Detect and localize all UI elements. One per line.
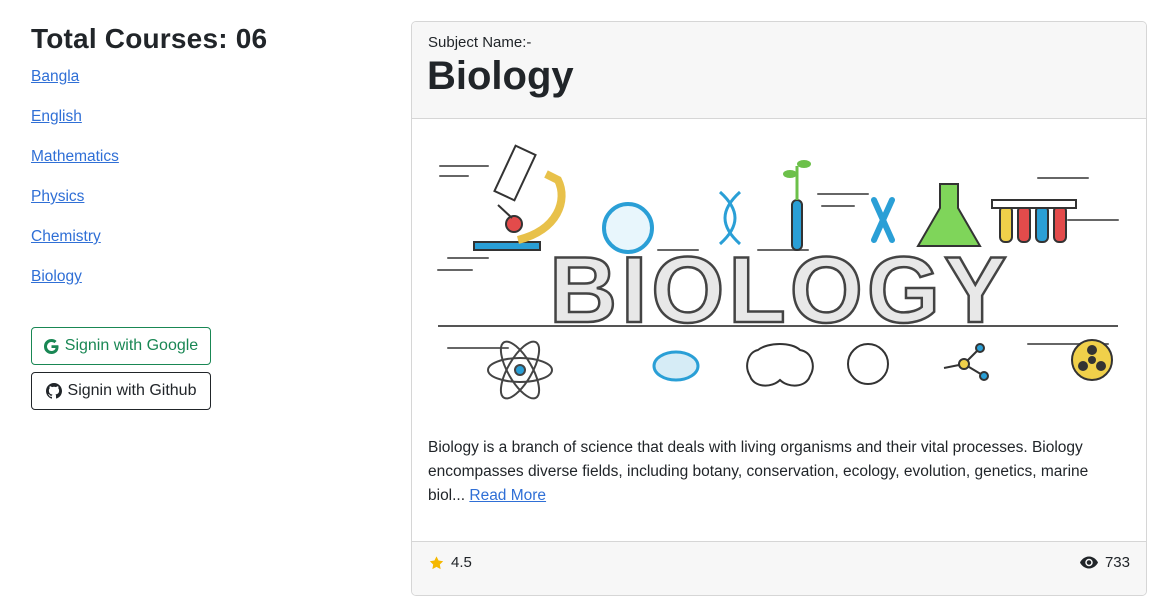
microscope-graphic <box>473 144 566 251</box>
github-icon <box>45 383 62 399</box>
subject-name: Biology <box>427 54 574 98</box>
rating: 4.5 <box>428 554 472 571</box>
signin-google-button[interactable]: Signin with Google <box>31 327 211 365</box>
signin-google-label: Signin with Google <box>64 337 199 354</box>
list-item: Physics <box>31 186 371 226</box>
auth-buttons: Signin with Google Signin with Github <box>31 327 211 417</box>
course-link-mathematics[interactable]: Mathematics <box>31 148 119 165</box>
list-item: Bangla <box>31 66 371 106</box>
brain-graphic <box>746 343 814 387</box>
views: 733 <box>1079 554 1130 571</box>
star-icon <box>429 555 444 569</box>
list-item: Chemistry <box>31 226 371 266</box>
rating-value: 4.5 <box>451 554 472 571</box>
chromosome-graphic <box>871 197 895 243</box>
course-link-biology[interactable]: Biology <box>31 268 82 285</box>
atom-graphic <box>487 340 553 400</box>
course-description: Biology is a branch of science that deal… <box>428 436 1128 508</box>
bacteria-graphic <box>847 343 889 385</box>
card-footer: 4.5 733 <box>412 541 1146 595</box>
molecule-graphic <box>943 343 989 381</box>
list-item: English <box>31 106 371 146</box>
cell-graphic <box>652 350 700 382</box>
tube-rack-graphic <box>991 199 1077 243</box>
eye-icon <box>1079 556 1098 569</box>
list-item: Mathematics <box>31 146 371 186</box>
course-link-chemistry[interactable]: Chemistry <box>31 228 101 245</box>
signin-github-label: Signin with Github <box>67 382 197 399</box>
subject-label: Subject Name:- <box>428 34 532 51</box>
sidebar: Total Courses: 06 Bangla English Mathema… <box>31 22 371 306</box>
views-count: 733 <box>1104 554 1130 571</box>
course-card: Subject Name:- Biology BIOLOGY Biology i… <box>411 21 1147 596</box>
course-link-english[interactable]: English <box>31 108 82 125</box>
course-image: BIOLOGY <box>437 144 1119 400</box>
course-link-physics[interactable]: Physics <box>31 188 84 205</box>
total-courses-title: Total Courses: 06 <box>31 23 268 54</box>
read-more-link[interactable]: Read More <box>469 487 546 504</box>
signin-github-button[interactable]: Signin with Github <box>31 372 211 410</box>
course-list: Bangla English Mathematics Physics Chemi… <box>31 66 371 306</box>
image-word: BIOLOGY <box>549 237 1010 342</box>
google-icon <box>43 338 59 354</box>
course-link-bangla[interactable]: Bangla <box>31 68 79 85</box>
card-header: Subject Name:- Biology <box>412 22 1146 119</box>
list-item: Biology <box>31 266 371 306</box>
